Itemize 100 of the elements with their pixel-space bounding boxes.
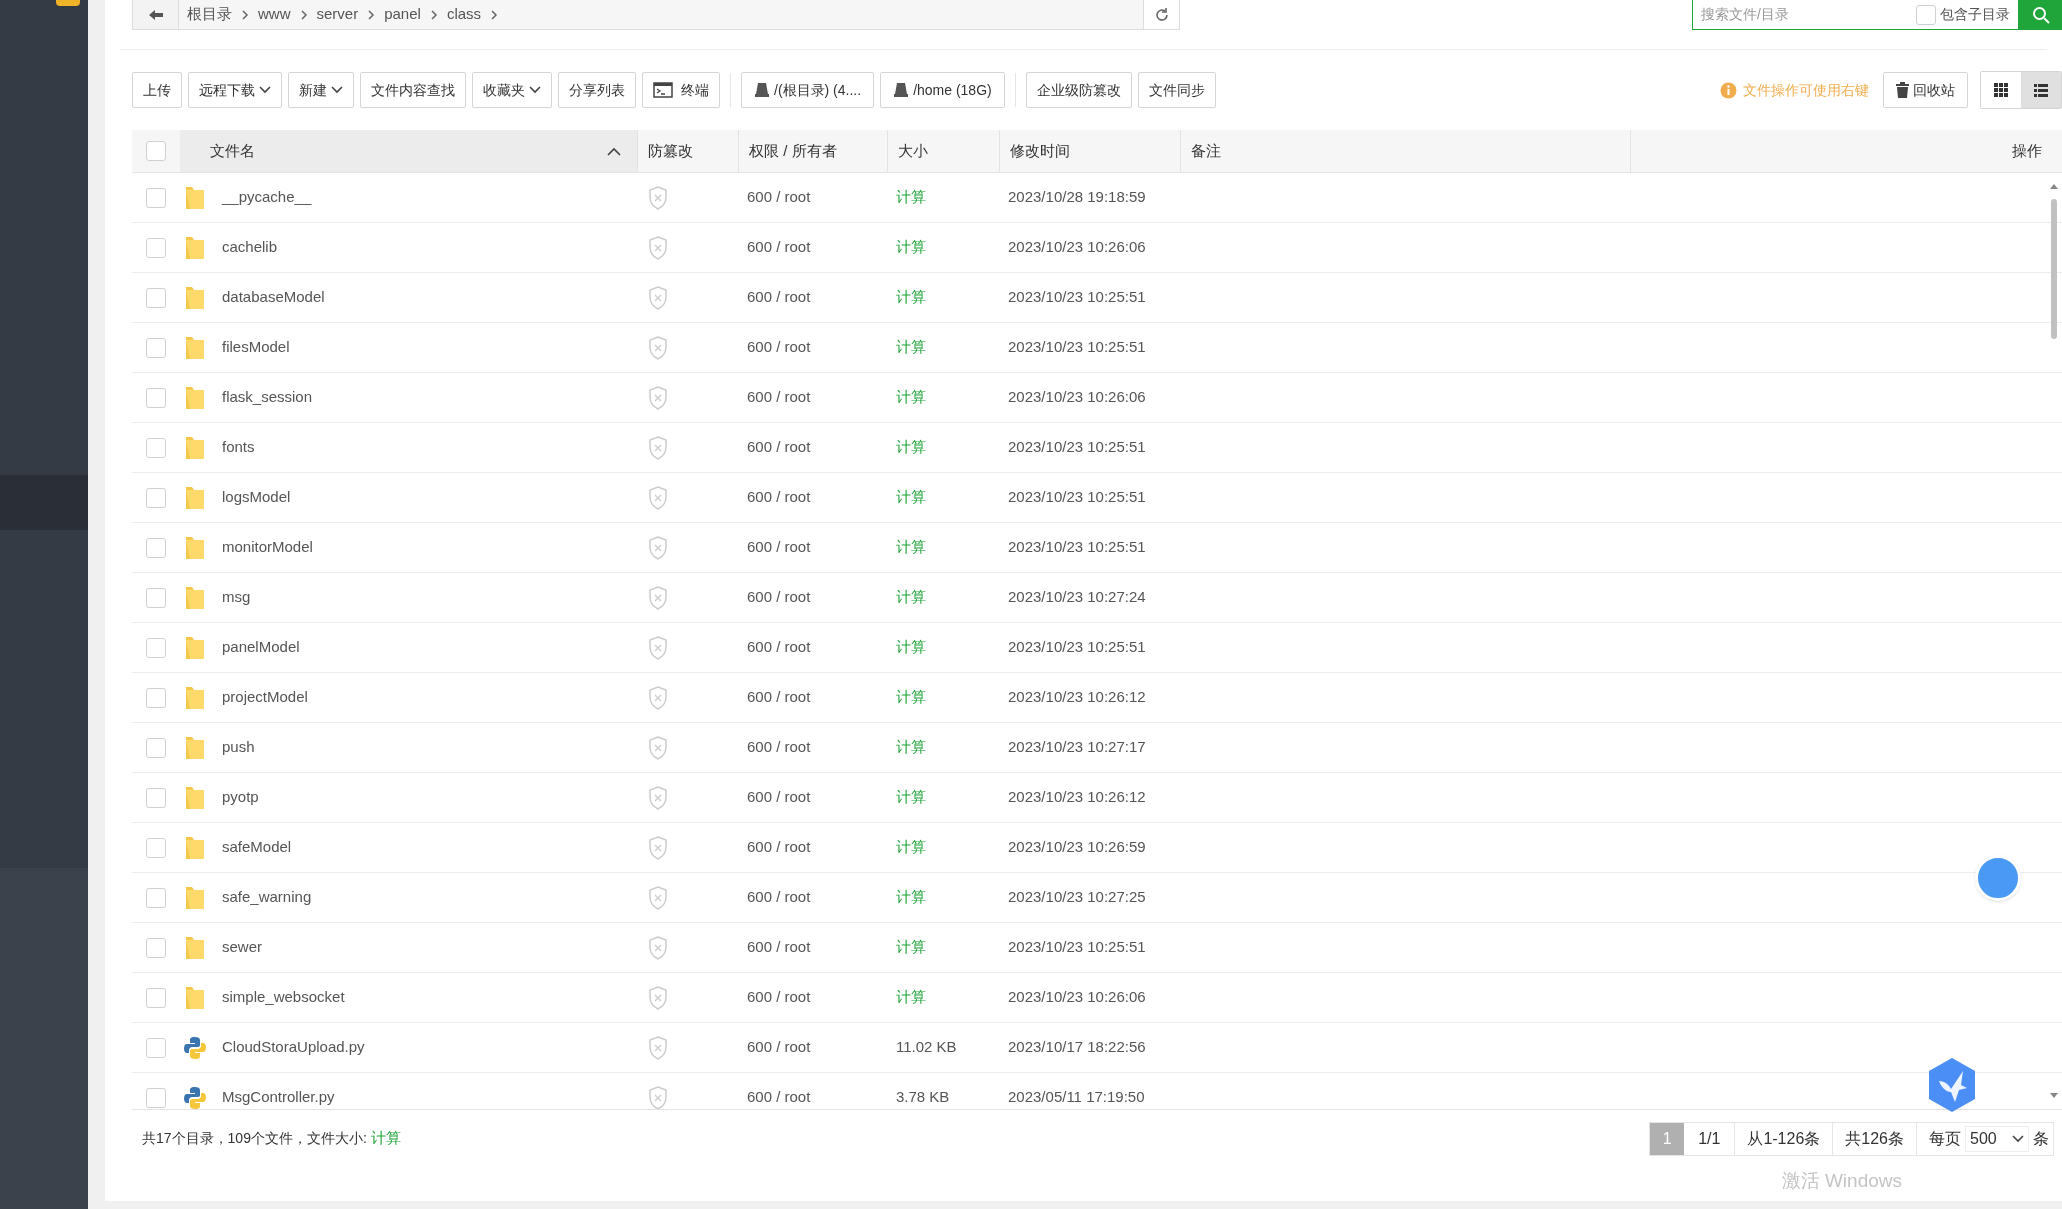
per-page-unit: 条 [2032,1128,2050,1149]
shield-icon [648,535,668,560]
checkbox[interactable] [146,1087,166,1108]
per-page-select[interactable]: 500 [1965,1125,2029,1152]
file-name[interactable]: simple_websocket [222,988,345,1006]
toolbar-button[interactable]: 上传 [132,72,182,108]
file-row[interactable]: simple_websocket 600 / root 计算 2023/10/23 10:26:06 [132,973,2062,1023]
file-name[interactable]: CloudStoraUpload.py [222,1038,365,1056]
toolbar-button[interactable]: /home (18G) [880,72,1005,108]
file-row[interactable]: flask_session 600 / root 计算 2023/10/23 10:26:06 [132,373,2062,423]
file-row[interactable]: projectModel 600 / root 计算 2023/10/23 10:26:12 [132,673,2062,723]
checkbox[interactable] [146,887,166,908]
breadcrumb-item[interactable]: www [258,3,291,26]
back-button[interactable] [133,0,179,29]
checkbox[interactable] [146,537,166,558]
checkbox[interactable] [146,237,166,258]
checkbox[interactable] [146,141,166,161]
file-name[interactable]: monitorModel [222,538,313,556]
shield-icon [648,935,668,960]
toolbar-button[interactable]: 远程下载 [188,72,282,108]
file-name[interactable]: sewer [222,938,262,956]
checkbox[interactable] [146,787,166,808]
folder-icon [184,684,206,711]
file-name[interactable]: logsModel [222,488,291,506]
file-name[interactable]: __pycache__ [222,188,312,206]
checkbox[interactable] [146,687,166,708]
toolbar-button[interactable]: 分享列表 [558,72,636,108]
toolbar-button[interactable]: 终端 [642,72,720,108]
checkbox[interactable] [146,487,166,508]
caret-icon [529,86,541,94]
breadcrumb-item[interactable]: panel [384,3,421,26]
file-name[interactable]: filesModel [222,338,290,356]
toolbar-button[interactable]: 企业级防篡改 [1025,72,1132,108]
toolbar-button[interactable]: 文件内容查找 [360,72,466,108]
shield-icon [648,585,668,610]
checkbox[interactable] [146,837,166,858]
chevron-icon [240,9,250,20]
list-view-button[interactable] [2021,72,2061,108]
file-name[interactable]: panelModel [222,638,300,656]
breadcrumb-item[interactable]: server [316,3,359,26]
toolbar-button[interactable]: /(根目录) (4.... [741,72,875,108]
file-name[interactable]: push [222,738,255,756]
file-row[interactable]: msg 600 / root 计算 2023/10/23 10:27:24 [132,573,2062,623]
file-name[interactable]: msg [222,588,251,606]
file-row[interactable]: panelModel 600 / root 计算 2023/10/23 10:25:51 [132,623,2062,673]
column-header[interactable]: 大小 [898,139,928,163]
modified-time-cell: 2023/10/23 10:26:06 [1008,238,1146,256]
file-name[interactable]: fonts [222,438,255,456]
file-name[interactable]: safe_warning [222,888,312,906]
column-header[interactable]: 修改时间 [1010,139,1070,163]
shield-icon [648,285,668,310]
checkbox[interactable] [146,587,166,608]
bird-icon[interactable] [1927,1057,1977,1113]
breadcrumb-item[interactable]: class [446,3,482,26]
file-row[interactable]: monitorModel 600 / root 计算 2023/10/23 10:25:51 [132,523,2062,573]
modified-time-cell: 2023/10/23 10:25:51 [1008,638,1146,656]
sidebar-item[interactable] [0,475,88,530]
recycle-bin-button[interactable]: 回收站 [1883,72,1968,108]
file-row[interactable]: fonts 600 / root 计算 2023/10/23 10:25:51 [132,423,2062,473]
file-name[interactable]: pyotp [222,788,259,806]
file-name[interactable]: safeModel [222,838,292,856]
file-name[interactable]: flask_session [222,388,313,406]
checkbox[interactable] [146,337,166,358]
file-name[interactable]: cachelib [222,238,278,256]
checkbox[interactable] [146,387,166,408]
checkbox[interactable] [146,737,166,758]
file-row[interactable]: filesModel 600 / root 计算 2023/10/23 10:25:51 [132,323,2062,373]
shield-icon [648,235,668,260]
checkbox[interactable] [146,187,166,208]
search-button[interactable] [2019,0,2062,30]
back-arrow-icon [147,8,164,21]
file-row[interactable]: cachelib 600 / root 计算 2023/10/23 10:26:06 [132,223,2062,273]
breadcrumb-item[interactable]: 根目录 [187,3,232,26]
toolbar-button[interactable]: 新建 [288,72,354,108]
file-name[interactable]: projectModel [222,688,308,706]
folder-icon [184,434,206,461]
column-header[interactable]: 备注 [1191,139,1221,163]
size-cell: 3.78 KB [896,1088,950,1106]
checkbox[interactable] [146,437,166,458]
column-header[interactable]: 权限 / 所有者 [749,139,837,163]
checkbox[interactable] [146,637,166,658]
toolbar-button[interactable]: 文件同步 [1137,72,1216,108]
checkbox[interactable] [146,987,166,1008]
file-row[interactable]: logsModel 600 / root 计算 2023/10/23 10:25:51 [132,473,2062,523]
file-row[interactable]: __pycache__ 600 / root 计算 2023/10/28 19:18:59 [132,173,2062,223]
file-name[interactable]: MsgController.py [222,1088,335,1106]
column-header[interactable]: 防篡改 [648,139,693,163]
file-row[interactable]: databaseModel 600 / root 计算 2023/10/23 10:25:51 [132,273,2062,323]
per-page-label: 每页 [1928,1128,1962,1149]
file-row[interactable]: sewer 600 / root 计算 2023/10/23 10:25:51 [132,923,2062,973]
permission-cell: 600 / root [747,788,811,806]
checkbox[interactable] [146,1037,166,1058]
file-row[interactable]: pyotp 600 / root 计算 2023/10/23 10:26:12 [132,773,2062,823]
file-row[interactable]: push 600 / root 计算 2023/10/23 10:27:17 [132,723,2062,773]
checkbox[interactable] [146,937,166,958]
toolbar-button[interactable]: 收藏夹 [472,72,552,108]
checkbox[interactable] [1916,4,1936,25]
checkbox[interactable] [146,287,166,308]
file-name[interactable]: databaseModel [222,288,325,306]
search-field[interactable]: 搜索文件/目录 包含子目录 [1692,0,2019,30]
